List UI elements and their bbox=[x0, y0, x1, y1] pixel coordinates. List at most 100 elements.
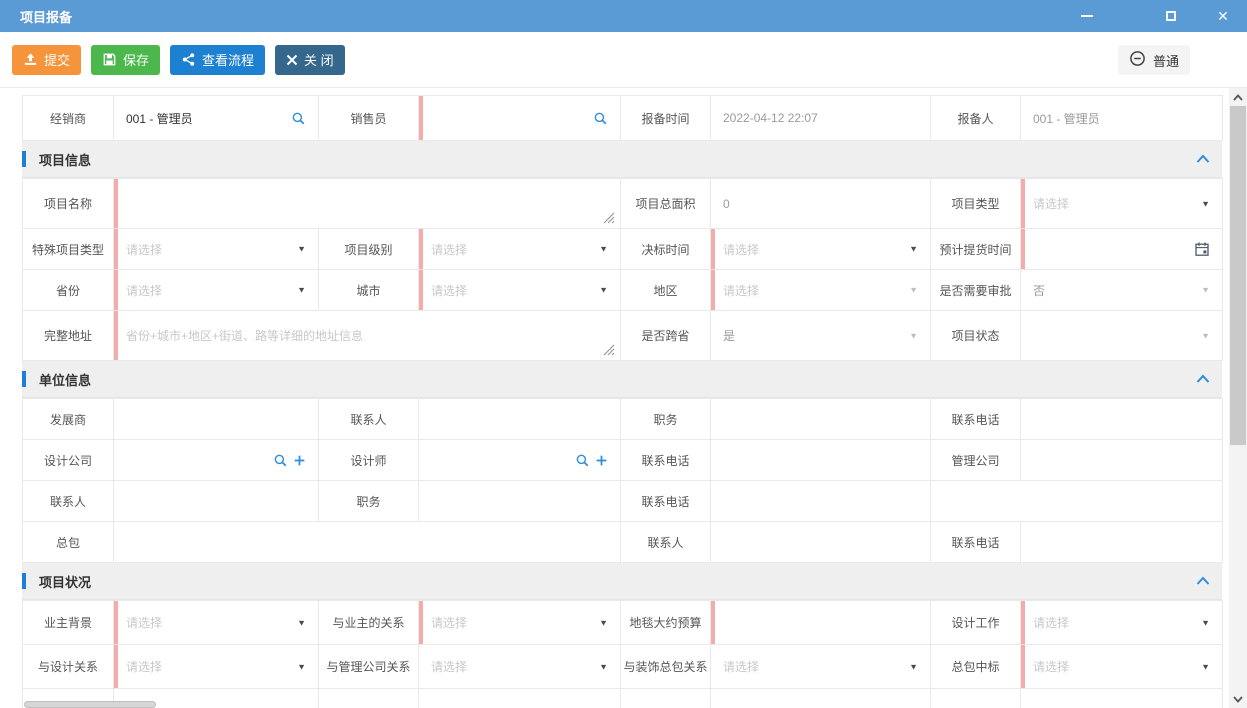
empty-cell bbox=[1021, 689, 1223, 708]
carpet-budget-input[interactable] bbox=[711, 601, 931, 645]
field-label: 城市 bbox=[319, 270, 419, 311]
full-address-textarea[interactable]: 省份+城市+地区+街道、路等详细的地址信息 bbox=[114, 311, 621, 361]
field-label: 发展商 bbox=[23, 399, 114, 440]
close-button[interactable]: 关 闭 bbox=[275, 45, 345, 75]
scroll-up-button[interactable] bbox=[1229, 88, 1247, 106]
field-label: 特殊项目类型 bbox=[23, 229, 114, 270]
project-form: 经销商001 - 管理员销售员报备时间2022-04-12 22:07报备人00… bbox=[22, 95, 1222, 708]
dropdown-arrow-icon: ▼ bbox=[297, 245, 306, 254]
form-row: 总包联系人联系电话 bbox=[23, 522, 1223, 563]
design-work-select[interactable]: 请选择▼ bbox=[1021, 601, 1223, 645]
calendar-icon[interactable] bbox=[1194, 241, 1210, 257]
collapse-chevron-up-icon[interactable] bbox=[1196, 375, 1210, 384]
management-contact-position-input[interactable] bbox=[419, 481, 621, 522]
field-label: 设计师 bbox=[319, 440, 419, 481]
minus-circle-icon bbox=[1129, 50, 1146, 70]
general-contractor-contact-input[interactable] bbox=[711, 522, 931, 563]
submit-button[interactable]: 提交 bbox=[12, 45, 81, 75]
developer-contact-phone-input[interactable] bbox=[1021, 399, 1223, 440]
developer-contact-position-input[interactable] bbox=[711, 399, 931, 440]
lookup-actions bbox=[291, 111, 306, 126]
lookup-actions bbox=[575, 453, 608, 468]
designer-phone-input[interactable] bbox=[711, 440, 931, 481]
horizontal-scroll-thumb[interactable] bbox=[24, 701, 156, 708]
form-row: 联系人职务联系电话 bbox=[23, 481, 1223, 522]
save-button-label: 保存 bbox=[123, 50, 149, 69]
project-type-select[interactable]: 请选择▼ bbox=[1021, 179, 1223, 229]
decoration-gc-relation-select[interactable]: 请选择▼ bbox=[711, 645, 931, 689]
resize-handle-icon bbox=[603, 345, 615, 359]
dropdown-arrow-icon: ▼ bbox=[909, 331, 918, 340]
management-relation-select[interactable]: 请选择▼ bbox=[419, 645, 621, 689]
management-company-input[interactable] bbox=[1021, 440, 1223, 481]
owner-relation-select[interactable]: 请选择▼ bbox=[419, 601, 621, 645]
dropdown-arrow-icon: ▼ bbox=[1201, 199, 1210, 208]
field-label: 项目状态 bbox=[931, 311, 1021, 361]
section-title: 项目状况 bbox=[39, 572, 91, 591]
field-label: 项目类型 bbox=[931, 179, 1021, 229]
project-level-select[interactable]: 请选择▼ bbox=[419, 229, 621, 270]
search-icon[interactable] bbox=[273, 453, 288, 468]
field-label: 总包中标 bbox=[931, 645, 1021, 689]
province-select[interactable]: 请选择▼ bbox=[114, 270, 319, 311]
developer-contact-input[interactable] bbox=[419, 399, 621, 440]
toolbar: 提交 保存 查看流程 关 闭 普通 bbox=[0, 32, 1247, 88]
view-flow-button[interactable]: 查看流程 bbox=[170, 45, 265, 75]
vertical-scrollbar[interactable] bbox=[1229, 88, 1247, 708]
window-title: 项目报备 bbox=[20, 7, 72, 26]
field-label: 管理公司 bbox=[931, 440, 1021, 481]
dealer-lookup-input[interactable]: 001 - 管理员 bbox=[114, 96, 319, 141]
resize-handle-icon bbox=[603, 213, 615, 227]
x-icon bbox=[286, 54, 298, 66]
vertical-scroll-thumb[interactable] bbox=[1230, 106, 1246, 445]
field-label: 是否跨省 bbox=[621, 311, 711, 361]
lookup-actions bbox=[593, 111, 608, 126]
form-section-table: 发展商联系人职务联系电话设计公司设计师联系电话管理公司联系人职务联系电话总包联系… bbox=[22, 398, 1223, 563]
project-status-select: ▼ bbox=[1021, 311, 1223, 361]
management-contact-input[interactable] bbox=[114, 481, 319, 522]
field-label: 联系电话 bbox=[931, 399, 1021, 440]
field-label: 联系电话 bbox=[621, 440, 711, 481]
gc-win-select[interactable]: 请选择▼ bbox=[1021, 645, 1223, 689]
field-label: 项目总面积 bbox=[621, 179, 711, 229]
share-flow-icon bbox=[181, 52, 196, 67]
expected-delivery-time-date-input[interactable] bbox=[1021, 229, 1223, 270]
salesperson-lookup-input[interactable] bbox=[419, 96, 621, 141]
collapse-chevron-up-icon[interactable] bbox=[1196, 577, 1210, 586]
close-window-button[interactable]: ✕ bbox=[1213, 6, 1233, 26]
search-icon[interactable] bbox=[291, 111, 306, 126]
field-label: 联系电话 bbox=[931, 522, 1021, 563]
form-content: 经销商001 - 管理员销售员报备时间2022-04-12 22:07报备人00… bbox=[0, 88, 1247, 708]
special-project-type-select[interactable]: 请选择▼ bbox=[114, 229, 319, 270]
minimize-button[interactable] bbox=[1077, 6, 1097, 26]
design-company-lookup-input[interactable] bbox=[114, 440, 319, 481]
maximize-button[interactable] bbox=[1161, 6, 1181, 26]
dropdown-arrow-icon: ▼ bbox=[297, 662, 306, 671]
search-icon[interactable] bbox=[575, 453, 590, 468]
general-contractor-phone-input[interactable] bbox=[1021, 522, 1223, 563]
city-select[interactable]: 请选择▼ bbox=[419, 270, 621, 311]
collapse-chevron-up-icon[interactable] bbox=[1196, 155, 1210, 164]
design-relation-select[interactable]: 请选择▼ bbox=[114, 645, 319, 689]
dropdown-arrow-icon: ▼ bbox=[1201, 618, 1210, 627]
scroll-down-button[interactable] bbox=[1229, 690, 1247, 708]
developer-input[interactable] bbox=[114, 399, 319, 440]
add-icon[interactable] bbox=[293, 454, 306, 467]
form-section-table: 项目名称项目总面积0项目类型请选择▼特殊项目类型请选择▼项目级别请选择▼决标时间… bbox=[22, 178, 1223, 361]
priority-button[interactable]: 普通 bbox=[1118, 45, 1190, 75]
field-label: 完整地址 bbox=[23, 311, 114, 361]
project-name-textarea[interactable] bbox=[114, 179, 621, 229]
form-row: 经销商001 - 管理员销售员报备时间2022-04-12 22:07报备人00… bbox=[23, 96, 1223, 141]
add-icon[interactable] bbox=[595, 454, 608, 467]
save-button[interactable]: 保存 bbox=[91, 45, 160, 75]
designer-lookup-input[interactable] bbox=[419, 440, 621, 481]
search-icon[interactable] bbox=[593, 111, 608, 126]
owner-background-select[interactable]: 请选择▼ bbox=[114, 601, 319, 645]
need-approval-select: 否▼ bbox=[1021, 270, 1223, 311]
field-label: 省份 bbox=[23, 270, 114, 311]
management-contact-phone-input[interactable] bbox=[711, 481, 931, 522]
general-contractor-input[interactable] bbox=[114, 522, 621, 563]
form-row: 特殊项目类型请选择▼项目级别请选择▼决标时间请选择▼预计提货时间 bbox=[23, 229, 1223, 270]
section-accent-bar bbox=[22, 151, 26, 167]
decision-time-select[interactable]: 请选择▼ bbox=[711, 229, 931, 270]
